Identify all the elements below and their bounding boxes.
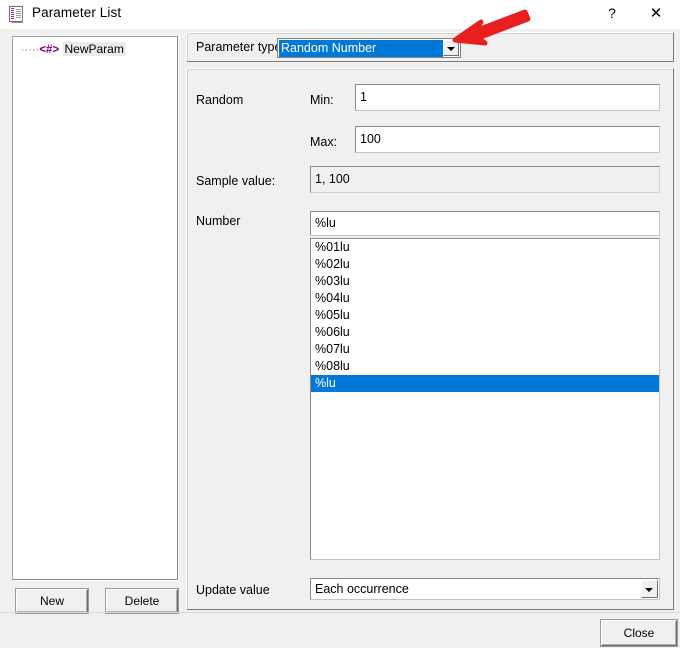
list-item[interactable]: %06lu	[311, 324, 659, 341]
update-value-combobox[interactable]: Each occurrence	[310, 578, 660, 600]
help-button[interactable]: ?	[596, 0, 628, 28]
list-item[interactable]: %03lu	[311, 273, 659, 290]
number-format-listbox[interactable]: %01lu %02lu %03lu %04lu %05lu %06lu %07lu %08lu…	[310, 238, 660, 560]
tree-item-newparam[interactable]: ·····<#> NewParam	[13, 41, 177, 58]
list-item[interactable]: %02lu	[311, 256, 659, 273]
tree-item-label: NewParam	[62, 42, 126, 56]
close-dialog-button[interactable]: Close	[600, 619, 678, 647]
list-item[interactable]: %01lu	[311, 239, 659, 256]
number-format-input[interactable]: %lu	[310, 211, 660, 236]
random-section-label: Random	[196, 93, 244, 107]
min-input[interactable]: 1	[355, 84, 660, 111]
chevron-down-icon[interactable]	[443, 40, 459, 56]
chevron-down-icon[interactable]	[641, 580, 658, 598]
list-item[interactable]: %07lu	[311, 341, 659, 358]
max-input[interactable]: 100	[355, 126, 660, 153]
delete-button[interactable]: Delete	[105, 588, 179, 614]
parameter-tree[interactable]: ·····<#> NewParam	[12, 36, 178, 580]
title-bar: Parameter List ? ✕	[0, 0, 680, 30]
list-item[interactable]: %08lu	[311, 358, 659, 375]
update-value-label: Update value	[196, 583, 270, 597]
sample-value-display: 1, 100	[310, 166, 660, 193]
max-label: Max:	[310, 135, 338, 149]
window-title: Parameter List	[32, 5, 122, 20]
tree-connector: ·····	[21, 44, 40, 56]
number-section-label: Number	[196, 214, 241, 228]
min-label: Min:	[310, 93, 334, 107]
footer-divider	[0, 612, 680, 613]
sample-value-label: Sample value:	[196, 174, 276, 188]
parameter-type-combobox[interactable]: Random Number	[277, 38, 461, 58]
list-item[interactable]: %lu	[311, 375, 659, 392]
parameter-type-label: Parameter type:	[196, 40, 285, 54]
new-button[interactable]: New	[15, 588, 89, 614]
document-list-icon	[9, 6, 25, 23]
parameter-type-value: Random Number	[279, 40, 443, 57]
parameter-glyph-icon: <#>	[39, 44, 60, 56]
list-item[interactable]: %04lu	[311, 290, 659, 307]
update-value-selected: Each occurrence	[315, 582, 409, 596]
list-item[interactable]: %05lu	[311, 307, 659, 324]
close-window-button[interactable]: ✕	[636, 0, 676, 28]
